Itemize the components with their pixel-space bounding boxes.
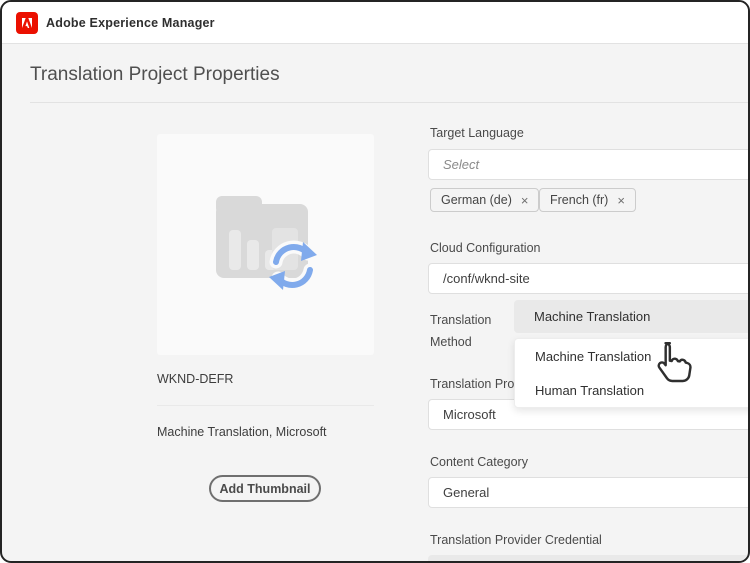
page-title: Translation Project Properties bbox=[30, 64, 280, 86]
project-name: WKND-DEFR bbox=[157, 372, 233, 386]
translation-provider-credential-label: Translation Provider Credential bbox=[430, 533, 602, 547]
cloud-configuration-input[interactable] bbox=[428, 263, 750, 294]
content-category-input[interactable] bbox=[428, 477, 750, 508]
title-divider bbox=[30, 102, 750, 103]
dropdown-option-machine-translation[interactable]: Machine Translation bbox=[515, 339, 750, 373]
content-category-label: Content Category bbox=[430, 455, 528, 469]
aem-window: Adobe Experience Manager Translation Pro… bbox=[0, 0, 750, 563]
language-tag-label: German (de) bbox=[441, 193, 512, 207]
target-language-label: Target Language bbox=[430, 126, 524, 140]
remove-tag-icon[interactable]: × bbox=[521, 194, 529, 207]
app-title: Adobe Experience Manager bbox=[46, 2, 215, 44]
dropdown-option-human-translation[interactable]: Human Translation bbox=[515, 373, 750, 407]
adobe-logo-icon[interactable] bbox=[16, 12, 38, 34]
sync-icon bbox=[265, 238, 321, 294]
translation-method-label: Translation Method bbox=[430, 309, 510, 353]
target-language-input[interactable] bbox=[428, 149, 750, 180]
translation-method-select[interactable]: Machine Translation bbox=[514, 300, 750, 333]
cloud-configuration-label: Cloud Configuration bbox=[430, 241, 541, 255]
add-thumbnail-button[interactable]: Add Thumbnail bbox=[209, 475, 321, 502]
language-tag-french: French (fr) × bbox=[539, 188, 636, 212]
translation-provider-credential-select[interactable] bbox=[428, 555, 750, 563]
adobe-a-glyph bbox=[19, 15, 35, 31]
translation-method-dropdown: Machine Translation Human Translation bbox=[514, 338, 750, 408]
thumbnail-divider bbox=[157, 405, 374, 406]
topbar: Adobe Experience Manager bbox=[2, 2, 750, 44]
language-tag-label: French (fr) bbox=[550, 193, 608, 207]
language-tag-german: German (de) × bbox=[430, 188, 539, 212]
remove-tag-icon[interactable]: × bbox=[617, 194, 625, 207]
project-summary: Machine Translation, Microsoft bbox=[157, 425, 327, 439]
